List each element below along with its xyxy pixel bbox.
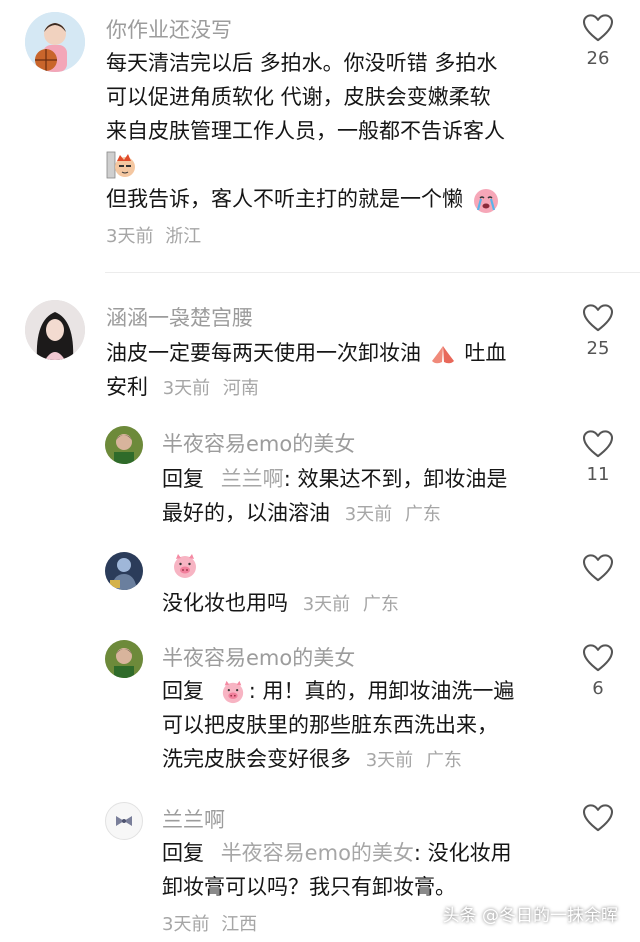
heart-icon <box>583 644 613 672</box>
comment-text-line: 可以促进角质软化 代谢，皮肤会变嫩柔软 <box>106 85 491 109</box>
comment-location: 河南 <box>222 378 259 399</box>
like-button[interactable] <box>574 554 622 582</box>
comment-text-line: 油皮一定要每两天使用一次卸妆油 <box>106 341 421 365</box>
comment-text-line: 安利 <box>106 375 148 399</box>
reply-time: 3天前 <box>344 504 393 525</box>
comment-username[interactable]: 你作业还没写 <box>106 14 232 44</box>
reply-location: 广东 <box>362 594 399 615</box>
user-avatar[interactable] <box>25 12 85 72</box>
watermark: 头条 @冬日的一抹余晖 <box>442 906 618 926</box>
heart-icon <box>583 430 613 458</box>
reply-time: 3天前 <box>162 914 210 935</box>
reply-body: 回复 半夜容易emo的美女: 没化妆用 卸妆膏可以吗？我只有卸妆膏。 3天前 江… <box>162 836 512 942</box>
praying-hands-icon <box>431 346 454 364</box>
reply-text-line: 卸妆膏可以吗？我只有卸妆膏。 <box>162 875 456 899</box>
reply-label: 回复 <box>162 679 204 703</box>
reply-username[interactable]: 半夜容易emo的美女 <box>162 428 355 458</box>
reply-username[interactable]: 半夜容易emo的美女 <box>162 642 355 672</box>
heart-icon <box>583 14 613 42</box>
comment-time: 3天前 <box>162 378 211 399</box>
reply-time: 3天前 <box>302 594 351 615</box>
comment-text-line: 每天清洁完以后 多拍水。你没听错 多拍水 <box>106 51 498 75</box>
comment-text-line: 吐血 <box>464 341 507 365</box>
reply-text-line: 最好的，以油溶油 <box>162 501 330 525</box>
pig-face-icon <box>222 680 243 704</box>
comment-time: 3天前 <box>106 226 154 247</box>
reply-text-line: 可以把皮肤里的那些脏东西洗出来， <box>162 713 498 737</box>
like-count: 26 <box>586 48 610 69</box>
user-avatar[interactable] <box>105 640 143 678</box>
reply-text-line: 没化妆也用吗 <box>162 591 288 615</box>
reply-label: 回复 <box>162 467 204 491</box>
comment-username[interactable]: 涵涵一袅楚宫腰 <box>106 302 253 332</box>
reply-location: 广东 <box>425 750 462 771</box>
sticker-emoji-icon <box>106 151 135 179</box>
mention-link[interactable]: 兰兰啊 <box>221 467 284 491</box>
reply-body: 没化妆也用吗 3天前 广东 <box>162 586 399 622</box>
reply-text-line: : 效果达不到，卸妆油是 <box>283 467 508 491</box>
like-count: 25 <box>586 338 610 359</box>
crying-face-icon <box>473 189 498 213</box>
heart-icon <box>583 804 613 832</box>
like-button[interactable]: 6 <box>574 644 622 699</box>
heart-icon <box>583 554 613 582</box>
like-count: 6 <box>592 678 604 699</box>
heart-icon <box>583 304 613 332</box>
mention-link[interactable]: 半夜容易emo的美女 <box>221 841 414 865</box>
pig-face-icon <box>174 554 196 578</box>
like-button[interactable]: 25 <box>574 304 622 359</box>
like-count: 11 <box>586 464 610 485</box>
reply-text-line: 洗完皮肤会变好很多 <box>162 747 351 771</box>
reply-username[interactable]: 兰兰啊 <box>162 804 225 834</box>
reply-body: 回复 兰兰啊: 效果达不到，卸妆油是 最好的，以油溶油 3天前 广东 <box>162 462 507 532</box>
reply-time: 3天前 <box>365 750 414 771</box>
comment-body: 油皮一定要每两天使用一次卸妆油 吐血 安利 3天前 河南 <box>106 336 506 406</box>
reply-text-line: : 没化妆用 <box>413 841 512 865</box>
like-button[interactable] <box>574 804 622 832</box>
user-avatar[interactable] <box>105 802 143 840</box>
reply-text-line: : 用！真的，用卸妆油洗一遍 <box>248 679 515 703</box>
comment-body: 每天清洁完以后 多拍水。你没听错 多拍水 可以促进角质软化 代谢，皮肤会变嫩柔软… <box>106 46 505 254</box>
user-avatar[interactable] <box>25 300 85 360</box>
comment-text-line: 来自皮肤管理工作人员，一般都不告诉客人 <box>106 119 505 143</box>
reply-location: 江西 <box>221 914 258 935</box>
like-button[interactable]: 11 <box>574 430 622 485</box>
comment-location: 浙江 <box>165 226 202 247</box>
reply-body: 回复 : 用！真的，用卸妆油洗一遍 可以把皮肤里的那些脏东西洗出来， 洗完皮肤会… <box>162 674 514 778</box>
user-avatar[interactable] <box>105 426 143 464</box>
like-button[interactable]: 26 <box>574 14 622 69</box>
divider <box>105 272 640 273</box>
user-avatar[interactable] <box>105 552 143 590</box>
comment-text-line: 但我告诉，客人不听主打的就是一个懒 <box>106 187 463 211</box>
reply-label: 回复 <box>162 841 204 865</box>
reply-location: 广东 <box>404 504 441 525</box>
